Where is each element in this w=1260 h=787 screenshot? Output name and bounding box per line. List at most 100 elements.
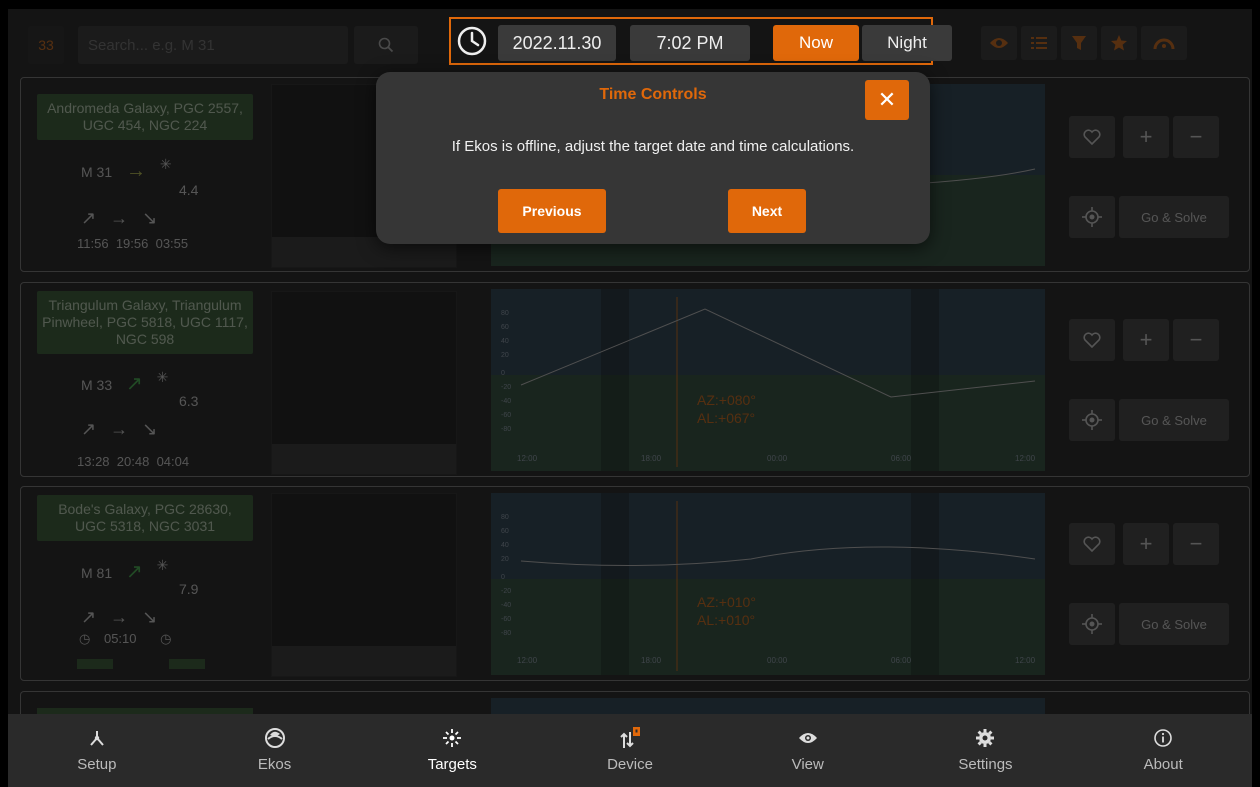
add-button[interactable]: + [1123, 523, 1169, 565]
now-button[interactable]: Now [773, 25, 859, 61]
favorite-button[interactable] [1069, 116, 1115, 158]
bottom-nav: Setup Ekos Targets Device View Settings [8, 714, 1252, 787]
azimuth-readout: AZ:+080° [697, 392, 756, 408]
rise-transit-set-icons: ↗→↘ [81, 208, 172, 228]
go-solve-button[interactable]: Go & Solve [1119, 399, 1229, 441]
altitude-chart[interactable]: 80 60 40 20 0 -20 -40 -60 -80 AZ:+080° A… [491, 289, 1045, 471]
rise-transit-set-times: 13:28 20:48 04:04 [77, 454, 189, 469]
nav-ekos[interactable]: Ekos [186, 714, 364, 787]
heart-icon [1083, 332, 1101, 348]
plus-icon: + [1139, 531, 1153, 556]
favorite-button[interactable] [1069, 319, 1115, 361]
close-icon: ✕ [877, 87, 897, 112]
x-tick-label: 18:00 [641, 656, 662, 665]
thumbnail-caption-bar [272, 646, 456, 676]
target-id-row: M 31 → ✳ [81, 156, 172, 183]
rising-arrow-icon: ↗ [126, 561, 143, 583]
nav-setup[interactable]: Setup [8, 714, 186, 787]
go-solve-button[interactable]: Go & Solve [1119, 196, 1229, 238]
transit-time: 05:10 [103, 631, 137, 646]
add-button[interactable]: + [1123, 116, 1169, 158]
twilight-band [601, 493, 629, 675]
rising-arrow-icon: ↗ [126, 373, 143, 395]
rise-transit-set-icons: ↗→↘ [81, 419, 172, 439]
y-tick-label: -20 [501, 588, 511, 595]
azimuth-readout: AZ:+010° [697, 594, 756, 610]
crosshair-icon [1082, 614, 1102, 634]
target-thumbnail[interactable] [271, 493, 457, 677]
time-button[interactable]: 7:02 PM [630, 25, 750, 61]
filter-button[interactable] [1061, 26, 1097, 60]
list-button[interactable] [1021, 26, 1057, 60]
target-thumbnail[interactable] [271, 291, 457, 475]
nav-targets[interactable]: Targets [363, 714, 541, 787]
thumbnail-caption-bar [272, 444, 456, 474]
go-solve-button[interactable]: Go & Solve [1119, 603, 1229, 645]
visibility-filter-button[interactable] [981, 26, 1017, 60]
target-count-badge[interactable]: 33 [28, 26, 64, 64]
altitude-chart[interactable]: 80 60 40 20 0 -20 -40 -60 -80 AZ:+010° A… [491, 493, 1045, 675]
remove-button[interactable]: − [1173, 523, 1219, 565]
nav-label: Setup [77, 756, 117, 773]
gauge-icon [1153, 38, 1175, 50]
remove-button[interactable]: − [1173, 116, 1219, 158]
search-icon [378, 37, 394, 53]
locate-button[interactable] [1069, 603, 1115, 645]
popup-message: If Ekos is offline, adjust the target da… [451, 138, 855, 155]
set-indicator [169, 659, 205, 669]
target-magnitude: 6.3 [179, 393, 199, 409]
chart-sky-region [491, 289, 1045, 375]
nav-label: Ekos [257, 756, 292, 773]
minus-icon: − [1189, 327, 1203, 352]
date-button[interactable]: 2022.11.30 [498, 25, 616, 61]
y-tick-label: 40 [501, 542, 509, 549]
twilight-band [911, 289, 939, 471]
favorites-button[interactable] [1101, 26, 1137, 60]
nav-label: Targets [427, 756, 477, 773]
night-button[interactable]: Night [862, 25, 952, 61]
previous-button[interactable]: Previous [498, 189, 606, 233]
locate-button[interactable] [1069, 399, 1115, 441]
nav-device[interactable]: Device [541, 714, 719, 787]
magnitude-icon: ✳ [156, 557, 169, 573]
target-name[interactable]: Bode's Galaxy, PGC 28630, UGC 5318, NGC … [37, 495, 253, 541]
locate-button[interactable] [1069, 196, 1115, 238]
target-card[interactable]: Bode's Galaxy, PGC 28630, UGC 5318, NGC … [20, 486, 1250, 681]
remove-button[interactable]: − [1173, 319, 1219, 361]
search-input[interactable] [78, 26, 348, 64]
heart-icon [1083, 536, 1101, 552]
nav-about[interactable]: About [1074, 714, 1252, 787]
nav-view[interactable]: View [719, 714, 897, 787]
target-name[interactable]: Triangulum Galaxy, Triangulum Pinwheel, … [37, 291, 253, 354]
view-icon [796, 726, 820, 750]
target-card[interactable]: Triangulum Galaxy, Triangulum Pinwheel, … [20, 282, 1250, 477]
nav-settings[interactable]: Settings [897, 714, 1075, 787]
ekos-icon [263, 726, 287, 750]
target-id: M 81 [81, 565, 113, 581]
y-tick-label: 60 [501, 528, 509, 535]
nav-label: Device [607, 756, 653, 773]
rise-time: 13:28 [77, 454, 110, 469]
target-id-row: M 81 ↗ ✳ [81, 557, 169, 584]
nav-label: View [791, 756, 824, 773]
y-tick-label: 0 [501, 370, 505, 377]
y-tick-label: -60 [501, 616, 511, 623]
about-icon [1151, 726, 1175, 750]
search-button[interactable] [354, 26, 418, 64]
rise-transit-set-icons: ↗→↘ [81, 607, 172, 627]
altitude-sort-button[interactable] [1141, 26, 1187, 60]
x-tick-label: 12:00 [1015, 454, 1036, 463]
close-button[interactable]: ✕ [865, 80, 909, 120]
y-tick-label: -40 [501, 398, 511, 405]
x-tick-label: 12:00 [1015, 656, 1036, 665]
y-tick-label: -40 [501, 602, 511, 609]
next-button[interactable]: Next [728, 189, 806, 233]
favorite-button[interactable] [1069, 523, 1115, 565]
device-icon [618, 726, 642, 750]
y-tick-label: -80 [501, 426, 511, 433]
add-button[interactable]: + [1123, 319, 1169, 361]
magnitude-icon: ✳ [159, 156, 172, 172]
target-name[interactable]: Andromeda Galaxy, PGC 2557, UGC 454, NGC… [37, 94, 253, 140]
rise-time: 11:56 [77, 236, 109, 251]
twilight-band [601, 289, 629, 471]
